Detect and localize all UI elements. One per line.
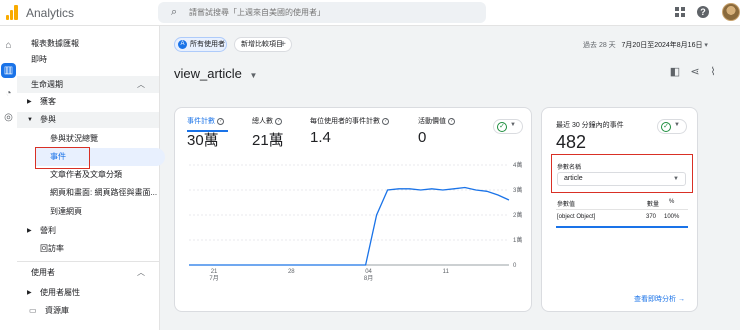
date-prefix: 過去 28 天 [583, 42, 616, 49]
chevron-up-icon: ︿ [137, 80, 145, 89]
line-chart: 4萬 3萬 2萬 1萬 0 217月 28 048月 11 [189, 161, 522, 282]
sidebar-item-engagement[interactable]: ▼ 參與 [17, 112, 159, 128]
comparison-badge: A [178, 40, 187, 49]
sidebar-item-label: 參與 [40, 115, 56, 124]
search-icon: ⌕ [171, 6, 178, 18]
sidebar-item-monetization[interactable]: ▶ 營利 [17, 223, 159, 239]
advertising-icon[interactable]: ◎ [3, 112, 14, 123]
page-title[interactable]: view_article ▼ [174, 66, 257, 81]
caret-down-icon: ▼ [674, 122, 680, 128]
add-comparison-button[interactable]: 新增比較項目 + [234, 37, 292, 52]
chevron-down-icon: ▾ [704, 42, 708, 49]
top-bar: Analytics ⌕ ? [0, 0, 740, 26]
sidebar-section-user[interactable]: 使用者 ︿ [17, 265, 159, 281]
page-title-text: view_article [174, 66, 242, 81]
x-tick-label: 7月 [209, 275, 218, 282]
share-icon[interactable]: ⋖ [688, 65, 702, 79]
sidebar-item-landing-page[interactable]: 到達網頁 [17, 204, 159, 220]
events-chart-card: 事件計數? 30萬 總人數? 21萬 每位使用者的事件計數? 1.4 活動價值?… [174, 107, 532, 312]
sidebar-section-label: 使用者 [31, 268, 55, 277]
sidebar: 報表數據匯報 即時 生命週期 ︿ ▶ 獲客 ▼ 參與 參與狀況總覽 事件 文章作… [17, 26, 165, 330]
realtime-value: 482 [556, 132, 587, 152]
y-tick-label: 0 [513, 263, 517, 269]
date-range-picker[interactable]: 過去 28 天 7月20日至2024年8月16日 ▾ [583, 40, 708, 50]
sidebar-item-label: 獲客 [40, 97, 56, 106]
sidebar-item-retention[interactable]: 回訪率 [17, 241, 159, 257]
x-axis-ticks: 217月 28 048月 11 [209, 269, 449, 282]
x-tick-label: 8月 [364, 275, 373, 282]
expand-arrow-icon: ▶ [27, 228, 32, 234]
search-input[interactable] [189, 5, 479, 20]
realtime-label: 最近 30 分鐘內的事件 [556, 122, 624, 129]
x-tick-label: 04 [365, 269, 372, 275]
date-range-text: 7月20日至2024年8月16日 [621, 42, 703, 49]
add-comparison-label: 新增比較項目 [241, 41, 283, 48]
insights-icon[interactable]: ⌇ [706, 65, 720, 79]
sidebar-item-library[interactable]: ▭ 資源庫 [17, 303, 159, 319]
sidebar-item-engagement-overview[interactable]: 參與狀況總覽 [17, 131, 159, 147]
expand-arrow-icon: ▶ [27, 290, 32, 296]
comparison-chip-all-users[interactable]: A 所有使用者 [174, 37, 227, 52]
highlight-box-events [35, 147, 90, 169]
dropdown-arrow-icon: ▼ [249, 71, 258, 80]
y-tick-label: 2萬 [513, 211, 522, 219]
explore-icon[interactable]: ◔ [3, 88, 14, 99]
sidebar-item-pages-screens[interactable]: 網頁和畫面: 網頁路徑與畫面... [17, 185, 159, 201]
y-tick-label: 1萬 [513, 236, 522, 244]
search-box[interactable]: ⌕ [158, 2, 486, 23]
sidebar-item-realtime[interactable]: 即時 [17, 52, 159, 68]
chart-grid [189, 164, 509, 266]
series-line [189, 186, 510, 266]
plus-icon: + [280, 39, 286, 50]
help-icon[interactable]: ? [697, 6, 709, 18]
nav-rail: ⌂ ▥ ◔ ◎ [0, 26, 17, 330]
table-row-count: 370 [646, 214, 657, 220]
view-realtime-link[interactable]: 查看即時分析 → [634, 294, 685, 304]
chevron-up-icon: ︿ [137, 268, 145, 277]
collapse-arrow-icon: ▼ [27, 117, 33, 123]
table-header-pct: % [669, 199, 675, 205]
sidebar-section-label: 生命週期 [31, 80, 63, 89]
comparison-chip-label: 所有使用者 [190, 41, 225, 48]
table-row-pct: 100% [664, 214, 680, 220]
sidebar-item-author-category[interactable]: 文章作者及文章分類 [17, 167, 159, 183]
apps-grid-icon[interactable] [673, 5, 687, 19]
sidebar-item-label: 使用者屬性 [40, 288, 80, 297]
table-header-divider [556, 209, 688, 210]
sidebar-item-reports-snapshot[interactable]: 報表數據匯報 [17, 36, 159, 52]
folder-icon: ▭ [29, 306, 37, 315]
y-axis-ticks: 4萬 3萬 2萬 1萬 0 [513, 161, 522, 269]
sidebar-item-acquisition[interactable]: ▶ 獲客 [17, 94, 159, 110]
x-tick-label: 21 [211, 269, 218, 275]
y-tick-label: 3萬 [513, 186, 522, 194]
sidebar-item-label: 資源庫 [45, 306, 69, 315]
sidebar-divider [17, 261, 160, 262]
reports-icon[interactable]: ▥ [1, 63, 16, 78]
x-tick-label: 28 [288, 269, 295, 275]
expand-arrow-icon: ▶ [27, 99, 32, 105]
compare-view-icon[interactable]: ◧ [668, 65, 682, 79]
sidebar-item-user-attributes[interactable]: ▶ 使用者屬性 [17, 285, 159, 301]
x-tick-label: 11 [443, 269, 450, 275]
highlight-box-param [551, 154, 693, 193]
table-row-name: [object Object] [557, 214, 596, 220]
data-quality-button[interactable]: ✓ ▼ [657, 119, 687, 134]
table-header-count: 數量 [647, 202, 660, 208]
sidebar-item-label: 營利 [40, 226, 56, 235]
table-header-param-value: 參數值 [557, 202, 576, 208]
y-tick-label: 4萬 [513, 161, 522, 169]
table-row-bar [556, 226, 688, 228]
check-circle-icon: ✓ [661, 122, 671, 132]
home-icon[interactable]: ⌂ [3, 40, 14, 51]
realtime-card: 最近 30 分鐘內的事件 482 ✓ ▼ 參數名稱 article ▼ 參數值 … [541, 107, 698, 312]
app-title[interactable]: Analytics [26, 6, 74, 20]
analytics-logo-icon[interactable] [6, 5, 18, 20]
avatar[interactable] [722, 3, 740, 21]
sidebar-section-lifecycle[interactable]: 生命週期 ︿ [17, 76, 159, 93]
